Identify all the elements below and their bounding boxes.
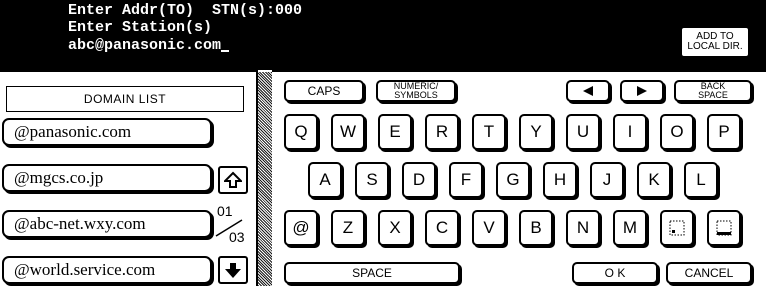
- caps-button[interactable]: CAPS: [284, 80, 364, 102]
- domain-item-panasonic[interactable]: @panasonic.com: [2, 118, 212, 146]
- cancel-button[interactable]: CANCEL: [666, 262, 752, 284]
- header-bar: Enter Addr(TO) STN(s):000 Enter Station(…: [0, 0, 766, 70]
- address-status-line: Enter Addr(TO) STN(s):000: [68, 2, 303, 19]
- period-box-icon: [669, 220, 685, 236]
- key-u[interactable]: U: [566, 114, 600, 150]
- key-z[interactable]: Z: [331, 210, 365, 246]
- domain-item-abc-net[interactable]: @abc-net.wxy.com: [2, 210, 212, 238]
- key-underscore[interactable]: [707, 210, 741, 246]
- key-r[interactable]: R: [425, 114, 459, 150]
- key-s[interactable]: S: [355, 162, 389, 198]
- key-g[interactable]: G: [496, 162, 530, 198]
- key-k[interactable]: K: [637, 162, 671, 198]
- ok-button[interactable]: O K: [572, 262, 658, 284]
- triangle-left-icon: [583, 86, 593, 96]
- space-label: SPACE: [698, 90, 728, 100]
- key-o[interactable]: O: [660, 114, 694, 150]
- page-total: 03: [229, 229, 245, 245]
- key-x[interactable]: X: [378, 210, 412, 246]
- symbols-label: SYMBOLS: [394, 90, 438, 100]
- scroll-up-button[interactable]: [218, 166, 248, 194]
- key-i[interactable]: I: [613, 114, 647, 150]
- prompt-line: Enter Station(s): [68, 19, 213, 36]
- up-arrow-icon: [224, 171, 242, 188]
- cursor-left-button[interactable]: [566, 80, 610, 102]
- panel-divider: [258, 72, 272, 286]
- key-a[interactable]: A: [308, 162, 342, 198]
- key-f[interactable]: F: [449, 162, 483, 198]
- scroll-down-button[interactable]: [218, 256, 248, 284]
- key-period[interactable]: [660, 210, 694, 246]
- key-d[interactable]: D: [402, 162, 436, 198]
- triangle-right-icon: [637, 86, 647, 96]
- key-n[interactable]: N: [566, 210, 600, 246]
- domain-list-title: DOMAIN LIST: [6, 86, 244, 112]
- cursor-right-button[interactable]: [620, 80, 664, 102]
- key-w[interactable]: W: [331, 114, 365, 150]
- key-h[interactable]: H: [543, 162, 577, 198]
- domain-item-mgcs[interactable]: @mgcs.co.jp: [2, 164, 212, 192]
- key-p[interactable]: P: [707, 114, 741, 150]
- back-space-button[interactable]: BACK SPACE: [674, 80, 752, 102]
- space-button[interactable]: SPACE: [284, 262, 460, 284]
- down-arrow-icon: [225, 263, 241, 278]
- key-q[interactable]: Q: [284, 114, 318, 150]
- key-e[interactable]: E: [378, 114, 412, 150]
- key-at[interactable]: @: [284, 210, 318, 246]
- underscore-box-icon: [716, 220, 732, 236]
- key-t[interactable]: T: [472, 114, 506, 150]
- add-to-local-dir-button[interactable]: ADD TO LOCAL DIR.: [680, 26, 750, 58]
- key-m[interactable]: M: [613, 210, 647, 246]
- address-entry-text: abc@panasonic.com: [68, 37, 222, 54]
- text-cursor: [221, 50, 230, 52]
- numeric-symbols-button[interactable]: NUMERIC/ SYMBOLS: [376, 80, 456, 102]
- key-y[interactable]: Y: [519, 114, 553, 150]
- key-j[interactable]: J: [590, 162, 624, 198]
- key-v[interactable]: V: [472, 210, 506, 246]
- address-entry-line[interactable]: abc@panasonic.com: [68, 37, 230, 54]
- domain-item-world-service[interactable]: @world.service.com: [2, 256, 212, 284]
- key-c[interactable]: C: [425, 210, 459, 246]
- add-to-local-dir-label-2: LOCAL DIR.: [687, 41, 743, 52]
- key-l[interactable]: L: [684, 162, 718, 198]
- key-b[interactable]: B: [519, 210, 553, 246]
